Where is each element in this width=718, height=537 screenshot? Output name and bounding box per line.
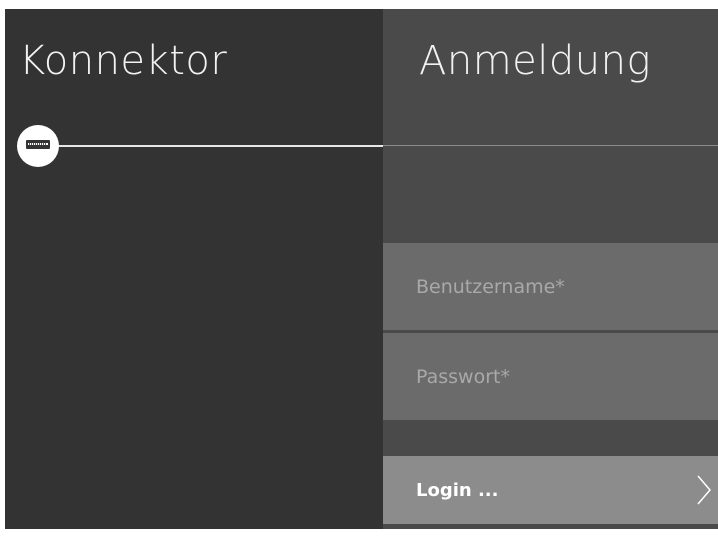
divider: [383, 145, 718, 146]
chevron-right-icon: [697, 475, 711, 505]
network-device-icon: [17, 125, 59, 167]
password-placeholder: Passwort*: [416, 365, 510, 388]
login-panel: Anmeldung Benutzername* Passwort* Login …: [383, 9, 718, 529]
connector-panel: Konnektor: [5, 9, 383, 529]
login-button[interactable]: Login ...: [383, 456, 718, 524]
password-field[interactable]: Passwort*: [383, 333, 718, 420]
connection-line: [57, 145, 383, 147]
login-button-label: Login ...: [416, 479, 499, 501]
username-field[interactable]: Benutzername*: [383, 243, 718, 330]
login-window: Konnektor Anmeldung Benutzername* Passwo…: [5, 9, 718, 529]
username-placeholder: Benutzername*: [416, 275, 565, 298]
login-title: Anmeldung: [419, 38, 651, 84]
connector-title: Konnektor: [19, 38, 228, 84]
